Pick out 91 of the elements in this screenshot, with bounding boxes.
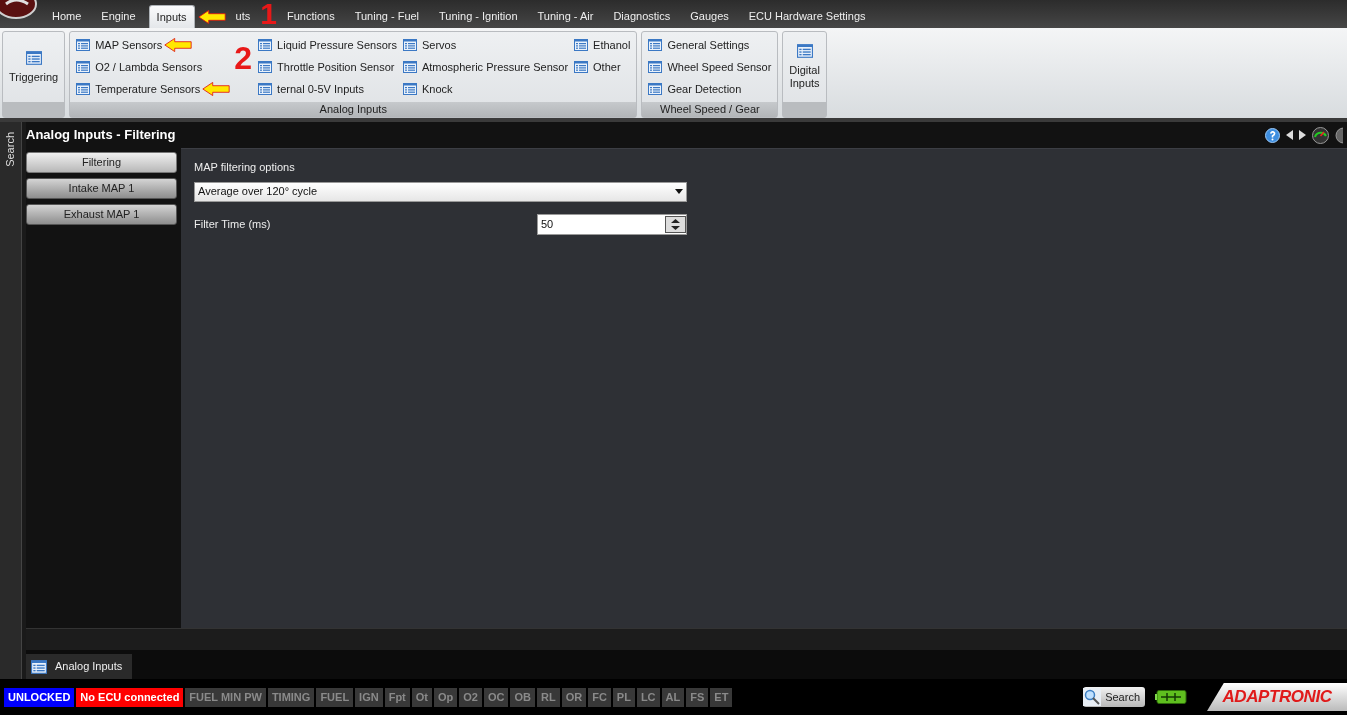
list-icon bbox=[648, 39, 663, 51]
ribbon-item[interactable]: ternal 0-5V Inputs bbox=[258, 80, 364, 98]
search-icon bbox=[1083, 688, 1102, 706]
annotation-number: 1 bbox=[260, 0, 277, 28]
list-icon bbox=[574, 39, 589, 51]
battery-icon bbox=[1155, 690, 1187, 704]
ribbon-item[interactable]: Temperature Sensors bbox=[76, 80, 201, 98]
status-indicator: Op bbox=[434, 687, 458, 707]
list-icon bbox=[402, 83, 417, 95]
ribbon-item[interactable]: Throttle Position Sensor bbox=[258, 58, 395, 76]
status-indicator: OR bbox=[561, 687, 587, 707]
menu-tab[interactable]: Tuning - Ignition bbox=[429, 5, 528, 28]
status-indicator: LC bbox=[636, 687, 660, 707]
ribbon-item[interactable]: Liquid Pressure Sensors bbox=[258, 36, 397, 54]
ribbon-large-button[interactable]: Triggering bbox=[3, 32, 65, 102]
search-button[interactable]: Search bbox=[1083, 687, 1145, 707]
menu-tab[interactable]: Home bbox=[42, 5, 92, 28]
status-indicator: TIMING bbox=[267, 687, 315, 707]
ribbon-large-button[interactable]: Digital Inputs bbox=[783, 32, 826, 102]
status-indicator: Ot bbox=[411, 687, 432, 707]
page-title: Analog Inputs - Filtering bbox=[26, 126, 176, 145]
list-icon bbox=[25, 50, 42, 65]
ribbon-item[interactable]: Knock bbox=[402, 80, 453, 98]
status-indicator: OC bbox=[484, 687, 509, 707]
gauge-icon[interactable] bbox=[1312, 126, 1329, 144]
nav-button[interactable]: Filtering bbox=[26, 152, 177, 173]
list-icon bbox=[258, 83, 273, 95]
status-indicator: UNLOCKED bbox=[4, 687, 75, 707]
forward-icon[interactable] bbox=[1299, 130, 1306, 140]
status-indicator: FC bbox=[588, 687, 611, 707]
menu-tab[interactable]: ECU Hardware Settings bbox=[738, 5, 876, 28]
menu-tab[interactable]: Engine bbox=[91, 5, 146, 28]
status-indicator: FS bbox=[686, 687, 709, 707]
back-icon[interactable] bbox=[1286, 130, 1293, 140]
ribbon-item[interactable]: O2 / Lambda Sensors bbox=[76, 58, 203, 76]
status-indicator: AL bbox=[661, 687, 685, 707]
status-indicator: OB bbox=[510, 687, 535, 707]
app-logo[interactable] bbox=[0, 0, 40, 20]
ribbon-item[interactable]: Servos bbox=[402, 36, 457, 54]
nav-button[interactable]: Intake MAP 1 bbox=[26, 178, 177, 199]
ribbon-item[interactable]: MAP Sensors bbox=[76, 36, 163, 54]
menu-tab[interactable]: Inputs bbox=[148, 5, 195, 28]
menu-tab[interactable]: Functions bbox=[276, 5, 345, 28]
status-indicator: FUEL bbox=[316, 687, 354, 707]
menu-tab[interactable]: Diagnostics bbox=[603, 5, 681, 28]
status-indicator: Fpt bbox=[384, 687, 410, 707]
round-icon[interactable] bbox=[1335, 126, 1343, 144]
status-indicator: No ECU connected bbox=[76, 687, 184, 707]
arrow-annotation bbox=[197, 9, 226, 25]
number-field[interactable]: 50 bbox=[537, 213, 687, 235]
group-title: Analog Inputs bbox=[70, 102, 637, 117]
brand-logo: ADAPTRONIC bbox=[1207, 683, 1347, 711]
list-icon bbox=[402, 61, 417, 73]
list-icon bbox=[796, 44, 813, 58]
status-indicator: IGN bbox=[355, 687, 383, 707]
menu-tab[interactable]: uts bbox=[225, 5, 261, 28]
status-indicator: PL bbox=[612, 687, 635, 707]
ribbon-item[interactable]: Ethanol bbox=[574, 36, 631, 54]
status-indicator: ET bbox=[710, 687, 733, 707]
ribbon-item[interactable]: Gear Detection bbox=[648, 80, 742, 98]
list-icon bbox=[574, 61, 589, 73]
list-icon bbox=[648, 83, 663, 95]
nav-button[interactable]: Exhaust MAP 1 bbox=[26, 204, 177, 225]
ribbon-item[interactable]: General Settings bbox=[648, 36, 750, 54]
list-icon bbox=[258, 61, 273, 73]
menu-tab[interactable]: Tuning - Fuel bbox=[344, 5, 430, 28]
list-icon bbox=[648, 61, 663, 73]
list-icon bbox=[76, 39, 91, 51]
list-icon bbox=[76, 61, 91, 73]
group-title: Wheel Speed / Gear bbox=[642, 102, 778, 117]
field-label: Filter Time (ms) bbox=[194, 216, 271, 232]
ribbon-item[interactable]: Atmospheric Pressure Sensor bbox=[402, 58, 569, 76]
list-icon bbox=[31, 659, 47, 674]
list-icon bbox=[402, 39, 417, 51]
side-tab[interactable]: Search bbox=[2, 132, 19, 167]
status-indicator: O2 bbox=[459, 687, 482, 707]
help-icon[interactable] bbox=[1265, 127, 1280, 143]
annotation-number: 2 bbox=[234, 42, 253, 74]
document-tab[interactable]: Analog Inputs bbox=[26, 654, 133, 679]
status-indicator: FUEL MIN PW bbox=[185, 687, 266, 707]
menu-tab[interactable]: Gauges bbox=[680, 5, 739, 28]
status-indicator: RL bbox=[537, 687, 560, 707]
caret-icon bbox=[675, 189, 683, 194]
ribbon-item[interactable]: Wheel Speed Sensor bbox=[648, 58, 772, 76]
field-label: MAP filtering options bbox=[194, 160, 296, 175]
dropdown[interactable]: Average over 120° cycle bbox=[194, 181, 687, 202]
ribbon-item[interactable]: Other bbox=[574, 58, 621, 76]
menu-tab[interactable]: Tuning - Air bbox=[527, 5, 604, 28]
list-icon bbox=[258, 39, 273, 51]
list-icon bbox=[76, 83, 91, 95]
spinner-icon[interactable] bbox=[665, 215, 686, 233]
